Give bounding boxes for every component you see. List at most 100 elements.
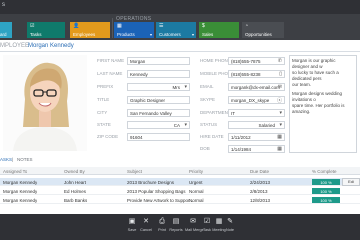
city-label: CITY	[97, 110, 108, 115]
detail-tabs: ASKS | NOTES	[0, 156, 360, 164]
progress-text: 100 %	[320, 180, 332, 185]
table-row[interactable]: Morgan Kennedy Ed Holmes 2013 Popular Sh…	[0, 187, 360, 195]
hire-date-label: HIRE DATE	[200, 134, 224, 139]
bottom-toolbar: ▣ Save ✕ Cancel ⎙ Print ▤ Reports ✉ Mail…	[0, 214, 360, 240]
ribbon: OPERATIONS ard ☑ Tasks 👤 Employees ▦ Pro…	[0, 14, 360, 40]
progress-bar: 100 %	[312, 197, 340, 203]
phone-icon[interactable]: ✆	[278, 58, 282, 64]
skype-field[interactable]: morgan_DX_skype ⓢ	[228, 96, 285, 104]
home-phone-value: (818)555-7875	[231, 59, 261, 64]
notes-line: so lucky to have such a dedicated pers	[292, 70, 339, 81]
edit-button[interactable]: Edi	[342, 178, 360, 186]
ribbon-separator	[112, 18, 113, 38]
mobile-phone-field[interactable]: (818)555-8238 ▯	[228, 70, 285, 78]
home-phone-field[interactable]: (818)555-7875 ✆	[228, 57, 285, 65]
title-field[interactable]: Graphic Designer	[127, 96, 190, 104]
city-field[interactable]: San Fernando Valley	[127, 109, 190, 117]
progress-bar: 100 %	[312, 188, 340, 194]
note-icon: ✎	[227, 218, 233, 225]
status-value: Salaried	[258, 123, 275, 128]
employee-photo-image	[3, 55, 87, 151]
reports-button[interactable]: ▤ Reports	[169, 217, 183, 232]
department-select[interactable]: IT ▾	[228, 109, 285, 117]
ribbon-tile-label: Customers	[159, 32, 181, 37]
cell-priority: Urgent	[189, 180, 203, 185]
dob-value: 1/14/1984	[231, 147, 252, 152]
mail-icon[interactable]: ✉	[278, 84, 282, 90]
tab-tasks[interactable]: ASKS	[0, 157, 12, 162]
tab-notes[interactable]: NOTES	[17, 157, 33, 162]
state-value: CA	[173, 123, 180, 128]
ribbon-tile-opportunities[interactable]: ◔ Opportunities	[242, 22, 284, 38]
first-name-field[interactable]: Morgan	[127, 57, 190, 65]
title-label: TITLE	[97, 97, 110, 102]
note-button[interactable]: ✎ Note	[224, 217, 236, 232]
cancel-button[interactable]: ✕ Cancel	[139, 217, 153, 232]
ribbon-tile-dashboard[interactable]: ard	[0, 22, 12, 38]
progress-text: 100 %	[320, 198, 332, 203]
ribbon-tile-sales[interactable]: $ Sales	[199, 22, 239, 38]
skype-icon[interactable]: ⓢ	[277, 97, 282, 103]
hire-date-value: 1/11/2012	[231, 135, 251, 140]
employee-header-name: Morgan Kennedy	[28, 43, 74, 49]
email-value: morgank@dx-email.com	[231, 85, 280, 90]
last-name-field[interactable]: Kennedy	[127, 70, 190, 78]
notes-line: spare time. Her portfolio is amazing.	[292, 103, 345, 114]
cancel-label: Cancel	[140, 228, 152, 232]
cell-priority: Normal	[189, 189, 204, 194]
chevron-down-icon: ▾	[184, 84, 187, 90]
mail-merge-label: Mail Merge	[185, 228, 204, 232]
column-header[interactable]: Owned By	[64, 169, 85, 174]
cell-assigned: Morgan Kennedy	[3, 180, 38, 185]
column-header[interactable]: Due Date	[250, 169, 269, 174]
employees-icon: 👤	[73, 23, 80, 29]
prefix-select[interactable]: Mrs ▾	[127, 83, 190, 91]
progress-text: 100 %	[320, 189, 332, 194]
save-label: Save	[127, 228, 137, 232]
department-value: IT	[231, 111, 235, 116]
table-row[interactable]: Morgan Kennedy John Heart 2013 Brochure …	[0, 178, 360, 186]
column-header[interactable]: Priority	[189, 169, 203, 174]
note-label: Note	[225, 228, 235, 232]
last-name-label: LAST NAME	[97, 71, 123, 76]
column-header[interactable]: % Complete	[312, 169, 337, 174]
cell-priority: Normal	[189, 198, 204, 203]
chevron-down-icon: ▾	[149, 32, 152, 37]
email-field[interactable]: morgank@dx-email.com ✉	[228, 83, 285, 91]
zip-field[interactable]: 91604	[127, 133, 190, 141]
prefix-value: Mrs	[172, 85, 181, 90]
cell-subject: 2013 Popular Shopping Bags	[127, 189, 186, 194]
tasks-icon: ☑	[30, 23, 35, 29]
cell-owner: John Heart	[64, 180, 87, 185]
cancel-icon: ✕	[143, 218, 149, 225]
state-select[interactable]: CA ▾	[127, 121, 190, 129]
table-row[interactable]: Morgan Kennedy Barb Banks Provide New Ar…	[0, 196, 360, 204]
prefix-label: PREFIX	[97, 84, 114, 89]
column-header[interactable]: Assigned To	[3, 169, 27, 174]
ribbon-tile-customers[interactable]: ☰ Customers ▾	[156, 22, 196, 38]
ribbon-tile-products[interactable]: ▦ Products ▾	[114, 22, 154, 38]
notes-line: Morgan is our graphic designer and w	[292, 58, 336, 69]
cell-due: 12/8/2013	[250, 198, 271, 203]
reports-label: Reports	[169, 228, 183, 232]
print-button[interactable]: ⎙ Print	[155, 217, 169, 232]
ribbon-tile-label: Opportunities	[245, 32, 272, 37]
ribbon-tile-employees[interactable]: 👤 Employees	[70, 22, 110, 38]
dob-field[interactable]: 1/14/1984 ▦	[228, 145, 285, 153]
state-label: STATE	[97, 122, 111, 127]
calendar-icon[interactable]: ▦	[277, 146, 282, 152]
hire-date-field[interactable]: 1/11/2012 ▦	[228, 133, 285, 141]
calendar-icon[interactable]: ▦	[277, 134, 282, 140]
notes-textarea[interactable]: Morgan is our graphic designer and w so …	[289, 55, 357, 153]
column-header[interactable]: Subject	[127, 169, 142, 174]
ribbon-tile-tasks[interactable]: ☑ Tasks	[27, 22, 65, 38]
cell-due: 2/8/2013	[250, 189, 268, 194]
mobile-icon[interactable]: ▯	[279, 71, 282, 77]
home-phone-label: HOME PHONE	[200, 58, 231, 63]
save-button[interactable]: ▣ Save	[125, 217, 139, 232]
mail-merge-button[interactable]: ✉ Mail Merge	[185, 217, 204, 232]
status-select[interactable]: Salaried ▾	[228, 121, 285, 129]
employee-photo	[3, 55, 87, 151]
chevron-down-icon: ▾	[184, 122, 187, 128]
chevron-down-icon: ▾	[279, 122, 282, 128]
